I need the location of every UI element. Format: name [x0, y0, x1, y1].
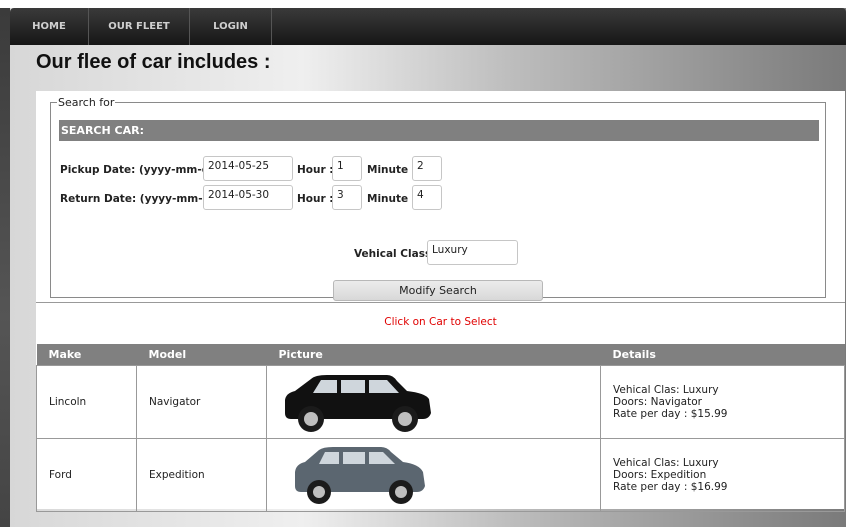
return-hour-label: Hour :: [297, 193, 334, 205]
car-make: Lincoln: [36, 365, 137, 439]
pickup-hour-label: Hour :: [297, 164, 334, 176]
vehicle-class-label: Vehical Class:: [354, 248, 436, 260]
return-hour-input[interactable]: [332, 185, 362, 210]
pickup-minute-label: Minute :: [367, 164, 416, 176]
car-image[interactable]: [279, 369, 434, 435]
car-rate: Rate per day : $15.99: [613, 408, 728, 420]
table-row[interactable]: Ford Expedition Vehical Clas: Luxury Doo…: [36, 438, 845, 512]
car-details: Vehical Clas: Luxury Doors: Expedition R…: [600, 438, 845, 512]
search-fieldset: Search for SEARCH CAR: Pickup Date: (yyy…: [50, 96, 826, 301]
car-model: Expedition: [136, 438, 267, 512]
nav-login-link[interactable]: LOGIN: [190, 8, 272, 45]
browser-top-strip: [0, 0, 846, 8]
column-header-make: Make: [36, 344, 137, 366]
car-picture-cell[interactable]: [266, 365, 601, 439]
car-make: Ford: [36, 438, 137, 512]
content-panel: Search for SEARCH CAR: Pickup Date: (yyy…: [36, 91, 845, 512]
column-header-picture: Picture: [266, 344, 601, 366]
column-header-model: Model: [136, 344, 267, 366]
table-row[interactable]: Lincoln Navigator Vehical Clas: Luxury D…: [36, 365, 845, 439]
search-legend: Search for: [58, 96, 115, 109]
table-header-row: Make Model Picture Details: [36, 344, 845, 366]
pickup-date-label: Pickup Date: (yyyy-mm-dd): [60, 164, 222, 176]
pickup-date-input[interactable]: [203, 156, 293, 181]
nav-our-fleet-link[interactable]: OUR FLEET: [89, 8, 190, 45]
return-minute-input[interactable]: [412, 185, 442, 210]
car-rate: Rate per day : $16.99: [613, 481, 728, 493]
search-header: SEARCH CAR:: [59, 120, 819, 141]
car-doors: Doors: Expedition: [613, 469, 707, 481]
pickup-hour-input[interactable]: [332, 156, 362, 181]
vehicle-class-input[interactable]: [427, 240, 518, 265]
section-divider: [36, 302, 845, 303]
column-header-details: Details: [600, 344, 845, 366]
page-title: Our flee of car includes :: [36, 51, 271, 73]
car-picture-cell[interactable]: [266, 438, 601, 512]
select-car-hint: Click on Car to Select: [384, 316, 497, 328]
car-details: Vehical Clas: Luxury Doors: Navigator Ra…: [600, 365, 845, 439]
car-class: Vehical Clas: Luxury: [613, 384, 719, 396]
nav-home-link[interactable]: HOME: [10, 8, 89, 45]
car-model: Navigator: [136, 365, 267, 439]
car-image[interactable]: [279, 442, 434, 508]
car-results-table: Make Model Picture Details Lincoln Navig…: [36, 344, 845, 512]
main-nav: HOME OUR FLEET LOGIN: [10, 8, 846, 45]
page: HOME OUR FLEET LOGIN Our flee of car inc…: [10, 8, 846, 527]
return-date-input[interactable]: [203, 185, 293, 210]
return-minute-label: Minute :: [367, 193, 416, 205]
pickup-minute-input[interactable]: [412, 156, 442, 181]
car-class: Vehical Clas: Luxury: [613, 457, 719, 469]
return-date-label: Return Date: (yyyy-mm-dd): [60, 193, 223, 205]
modify-search-button[interactable]: Modify Search: [333, 280, 543, 301]
car-doors: Doors: Navigator: [613, 396, 702, 408]
